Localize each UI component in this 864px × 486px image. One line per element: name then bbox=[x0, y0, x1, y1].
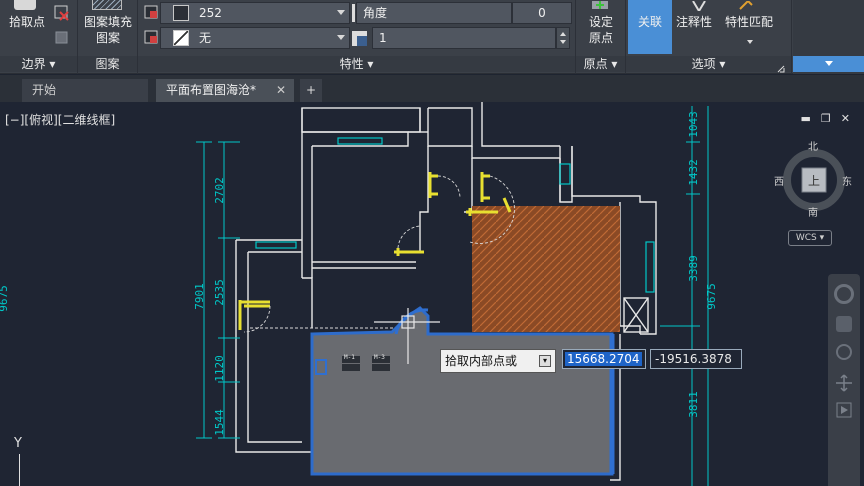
angle-icon bbox=[352, 4, 355, 22]
chevron-down-icon bbox=[337, 10, 345, 15]
properties-title-text: 特性 bbox=[339, 57, 364, 71]
annotative-button[interactable]: 注释性 bbox=[672, 14, 716, 30]
properties-group: 252 无 角度 0 1 特性 ▾ bbox=[138, 0, 576, 74]
boundary-group-title[interactable]: 边界 ▾ bbox=[0, 56, 77, 72]
origin-group-title[interactable]: 原点 ▾ bbox=[576, 56, 625, 72]
dim-text-right-4: 9675 bbox=[704, 283, 718, 310]
compass-north[interactable]: 北 bbox=[808, 138, 818, 153]
tab-drawing-label: 平面布置图海沧* bbox=[166, 83, 257, 97]
chevron-down-icon bbox=[337, 35, 345, 40]
orbit-icon[interactable] bbox=[835, 374, 853, 392]
dim-text-left-6: 9675 bbox=[0, 285, 10, 312]
scale-field[interactable]: 1 bbox=[372, 27, 556, 49]
door-tag-2: M-3 bbox=[374, 354, 385, 361]
x-coordinate-value: 15668.2704 bbox=[565, 352, 642, 366]
zoom-icon[interactable] bbox=[836, 344, 852, 360]
y-coordinate-input[interactable]: -19516.3878 bbox=[650, 349, 742, 369]
options-group: 关联 注释性 特性匹配 选项 ▾ bbox=[626, 0, 792, 74]
background-color-value: 无 bbox=[199, 31, 212, 45]
origin-title-text: 原点 bbox=[583, 57, 608, 71]
viewport-controls-label[interactable]: [−][俯视][二维线框] bbox=[5, 111, 115, 128]
compass-south[interactable]: 南 bbox=[808, 204, 818, 219]
boundary-title-text: 边界 bbox=[21, 57, 46, 71]
tab-start[interactable]: 开始 bbox=[22, 79, 148, 102]
origin-icon bbox=[590, 0, 612, 10]
ribbon: 拾取点 边界 ▾ 图案填充 图案 图案 252 无 角度 0 1 特性 ▾ 设定… bbox=[0, 0, 864, 74]
compass-east[interactable]: 东 bbox=[842, 173, 852, 188]
compass-west[interactable]: 西 bbox=[774, 173, 784, 188]
pattern-group-title: 图案 bbox=[78, 56, 137, 72]
viewcube-top-face[interactable]: 上 bbox=[808, 172, 820, 189]
ucs-axis-line bbox=[19, 454, 20, 486]
wcs-menu[interactable]: WCS ▾ bbox=[788, 230, 832, 246]
dim-text-right-5: 3811 bbox=[686, 391, 700, 418]
dim-text-right-1: 1043 bbox=[686, 111, 700, 138]
dialog-launcher-icon[interactable] bbox=[777, 62, 785, 73]
hatch-pattern-icon bbox=[92, 0, 122, 10]
dim-text-left-1: 2702 bbox=[212, 177, 226, 204]
hatch-color-value: 252 bbox=[199, 6, 222, 20]
pick-point-button[interactable]: 拾取点 bbox=[4, 14, 50, 30]
ucs-y-axis: Y bbox=[14, 436, 22, 451]
steering-wheel-icon[interactable] bbox=[834, 284, 854, 304]
showmotion-icon[interactable] bbox=[836, 402, 852, 418]
no-fill-swatch bbox=[173, 30, 189, 46]
angle-value-field[interactable]: 0 bbox=[512, 2, 572, 24]
document-tab-bar: 开始 平面布置图海沧* ✕ + bbox=[0, 75, 864, 102]
dim-text-left-3: 2535 bbox=[212, 279, 226, 306]
dynamic-input-prompt: 拾取内部点或 ▾ bbox=[440, 349, 556, 373]
scale-icon bbox=[352, 31, 367, 46]
hatch-color-select[interactable]: 252 bbox=[160, 2, 350, 24]
hatch-pattern-button[interactable]: 图案填充 图案 bbox=[78, 14, 138, 46]
selected-room[interactable] bbox=[310, 306, 615, 476]
close-icon[interactable]: ✕ bbox=[276, 79, 286, 101]
x-coordinate-input[interactable]: 15668.2704 bbox=[562, 349, 646, 369]
door-tag-1: M-1 bbox=[344, 354, 355, 361]
prompt-label: 拾取内部点或 bbox=[445, 354, 518, 368]
dim-text-left-5: 1544 bbox=[212, 409, 226, 436]
floor-plan-drawing bbox=[196, 102, 709, 486]
options-title-text: 选项 bbox=[691, 57, 716, 71]
recreate-boundary-icon[interactable] bbox=[54, 30, 70, 46]
remove-boundary-icon[interactable] bbox=[54, 5, 70, 21]
drawing-viewport[interactable]: 2702 7901 2535 1120 1544 9675 1043 1432 … bbox=[0, 102, 864, 486]
hatch-floor-area[interactable] bbox=[472, 206, 620, 332]
tab-drawing[interactable]: 平面布置图海沧* ✕ bbox=[156, 79, 294, 102]
options-group-title[interactable]: 选项 ▾ bbox=[626, 56, 791, 72]
match-properties-button[interactable]: 特性匹配 bbox=[720, 14, 778, 30]
associative-button[interactable]: 关联 bbox=[628, 0, 672, 54]
angle-label-field[interactable]: 角度 bbox=[356, 2, 512, 24]
dim-text-left-4: 1120 bbox=[212, 355, 226, 382]
minimize-icon[interactable]: ▬ bbox=[801, 112, 811, 125]
viewcube[interactable]: 北 南 西 东 上 bbox=[774, 142, 854, 222]
doors bbox=[238, 172, 512, 330]
boundary-group: 拾取点 边界 ▾ bbox=[0, 0, 78, 74]
set-origin-button[interactable]: 设定 原点 bbox=[576, 14, 626, 46]
dim-text-right-3: 3389 bbox=[686, 255, 700, 282]
pattern-group: 图案填充 图案 图案 bbox=[78, 0, 138, 74]
dim-text-right-2: 1432 bbox=[686, 159, 700, 186]
annotative-icon bbox=[692, 0, 706, 13]
wcs-label: WCS bbox=[795, 233, 817, 243]
origin-group: 设定 原点 原点 ▾ bbox=[576, 0, 626, 74]
ribbon-expand-button[interactable] bbox=[793, 0, 864, 74]
prompt-options-icon[interactable]: ▾ bbox=[539, 355, 551, 367]
dim-text-left-2: 7901 bbox=[192, 283, 206, 310]
background-color-select[interactable]: 无 bbox=[160, 27, 350, 49]
new-tab-button[interactable]: + bbox=[300, 79, 322, 102]
background-color-icon[interactable] bbox=[144, 30, 158, 44]
scale-spinner[interactable] bbox=[556, 27, 570, 49]
chevron-down-icon[interactable] bbox=[746, 34, 754, 44]
pick-point-icon bbox=[14, 0, 36, 10]
hatch-type-icon[interactable] bbox=[144, 5, 158, 19]
close-icon[interactable]: ✕ bbox=[841, 112, 850, 125]
properties-group-title[interactable]: 特性 ▾ bbox=[138, 56, 575, 72]
pan-icon[interactable] bbox=[836, 316, 852, 332]
restore-icon[interactable]: ❐ bbox=[821, 112, 831, 125]
color-swatch bbox=[173, 5, 189, 21]
viewport-window-controls: ▬ ❐ ✕ bbox=[801, 112, 851, 125]
navigation-bar bbox=[828, 274, 860, 486]
match-properties-icon bbox=[738, 0, 758, 10]
